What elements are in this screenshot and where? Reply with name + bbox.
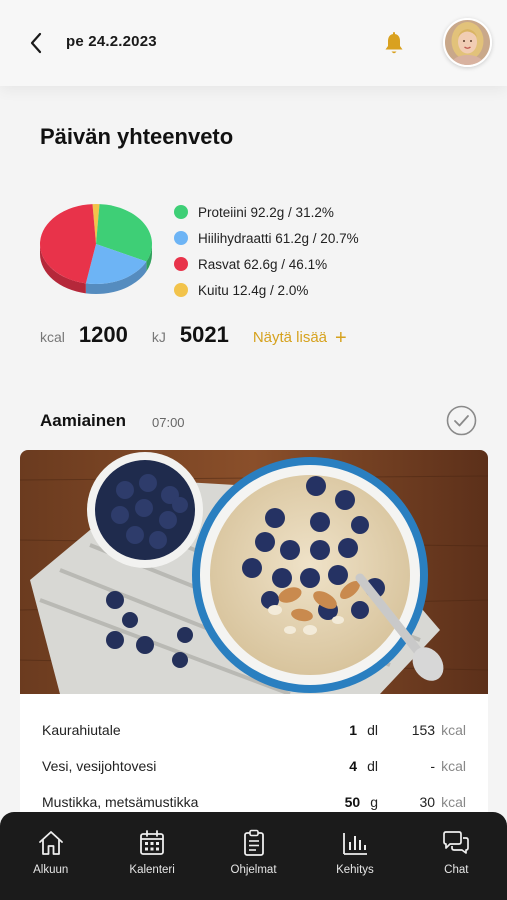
show-more-label: Näytä lisää [252,329,328,346]
food-name: Mustikka, metsämustikka [42,794,199,810]
bar-chart-icon [343,833,367,855]
legend-item-carbs: Hiilihydraatti 61.2g / 20.7% [174,225,434,251]
kj-value: 5021 [179,322,229,347]
top-header: pe 24.2.2023 [0,0,507,86]
nav-item-chat[interactable]: Chat [406,812,507,900]
nav-label: Chat [444,864,469,876]
clipboard-icon [243,829,264,856]
bell-icon[interactable] [381,31,407,57]
meal-time: 07:00 [152,415,185,430]
meal-card[interactable]: Kaurahiutale 1 dl 153 kcal Vesi, vesijohto… [20,450,488,850]
avatar[interactable] [443,18,492,67]
legend-label: Hiilihydraatti 61.2g / 20.7% [198,230,359,246]
chat-bubbles-icon [443,831,470,854]
nav-label: Ohjelmat [230,864,277,876]
food-kcal: - kcal [430,758,466,774]
nav-item-programs[interactable]: Ohjelmat [203,812,304,900]
legend-dot [174,257,188,271]
kcal-unit: kcal [40,329,65,345]
nav-item-progress[interactable]: Kehitys [304,812,405,900]
back-button[interactable] [24,30,48,56]
legend-label: Rasvat 62.6g / 46.1% [198,256,328,272]
check-circle-icon[interactable] [446,405,477,436]
food-amount: 1 dl [349,722,378,738]
food-row[interactable]: Kaurahiutale 1 dl 153 kcal [20,712,488,748]
food-name: Vesi, vesijohtovesi [42,758,157,774]
legend-item-fat: Rasvat 62.6g / 46.1% [174,251,434,277]
show-more-link[interactable]: Näytä lisää + [252,326,347,349]
food-kcal: 30 kcal [419,794,466,810]
kj-unit: kJ [151,329,166,345]
legend-label: Proteiini 92.2g / 31.2% [198,204,334,220]
bottom-navigation: Alkuun Kalenteri Ohjelmat Kehitys Chat [0,812,507,900]
kcal-value: 1200 [78,322,128,347]
legend-dot [174,231,188,245]
legend-item-fiber: Kuitu 12.4g / 2.0% [174,277,434,303]
nav-item-home[interactable]: Alkuun [0,812,101,900]
chevron-left-icon [30,32,42,54]
meal-photo [20,450,488,694]
food-name: Kaurahiutale [42,722,121,738]
food-amount: 4 dl [349,758,378,774]
food-kcal: 153 kcal [411,722,466,738]
nav-item-calendar[interactable]: Kalenteri [101,812,202,900]
plus-icon: + [335,326,347,349]
legend-dot [174,205,188,219]
macro-legend: Proteiini 92.2g / 31.2% Hiilihydraatti 6… [174,199,434,303]
nav-label: Kehitys [336,864,374,876]
energy-row: kcal 1200 kJ 5021 Näytä lisää + [40,322,347,354]
nav-label: Alkuun [33,864,69,876]
nav-label: Kalenteri [129,864,175,876]
legend-label: Kuitu 12.4g / 2.0% [198,282,309,298]
meal-title: Aamiainen [40,411,126,430]
calendar-icon [140,830,165,855]
summary-title: Päivän yhteenveto [40,124,234,149]
legend-dot [174,283,188,297]
home-icon [38,831,63,855]
food-row[interactable]: Vesi, vesijohtovesi 4 dl - kcal [20,748,488,784]
food-amount: 50 g [344,794,378,810]
macro-pie-chart [39,204,153,294]
food-list: Kaurahiutale 1 dl 153 kcal Vesi, vesijohto… [20,712,488,820]
header-date: pe 24.2.2023 [66,33,157,50]
legend-item-protein: Proteiini 92.2g / 31.2% [174,199,434,225]
